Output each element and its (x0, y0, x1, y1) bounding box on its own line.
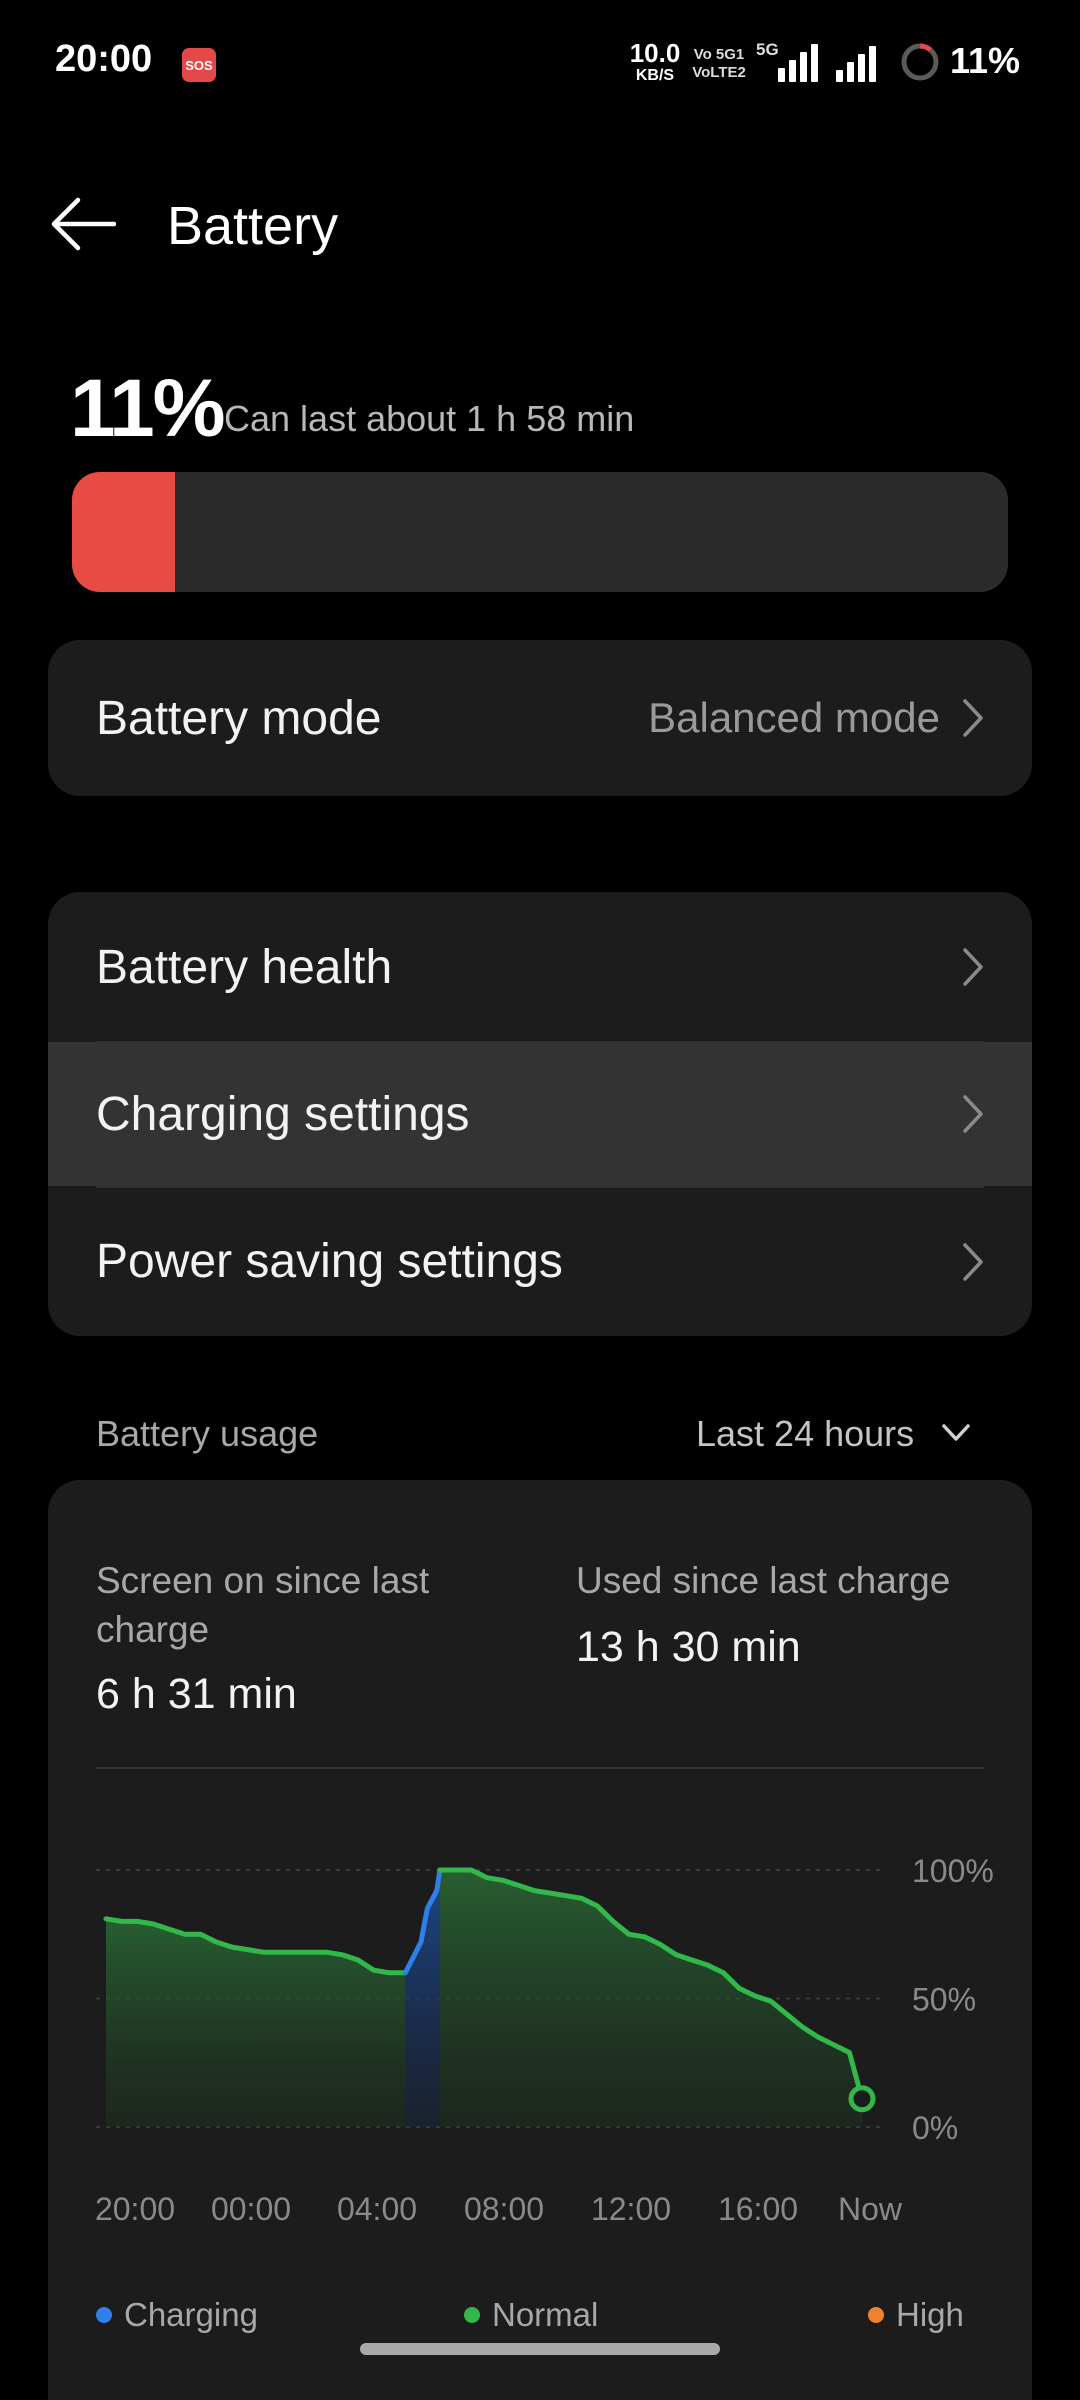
chevron-right-icon (963, 1095, 983, 1133)
series-area-charging-1 (405, 1870, 440, 2127)
network-speed-value: 10.0 (629, 38, 681, 68)
y-tick-label: 50% (912, 1982, 976, 2018)
legend-label-high: High (896, 2296, 964, 2333)
legend-dot-high (868, 2307, 884, 2323)
used-since-value: 13 h 30 min (576, 1623, 801, 1671)
status-time: 20:00 (55, 38, 153, 80)
legend-dot-normal (464, 2307, 480, 2323)
legend-label-normal: Normal (492, 2296, 599, 2333)
status-battery-percent: 11% (950, 40, 1021, 81)
battery-mode-label: Battery mode (96, 691, 382, 745)
power-saving-settings-row[interactable]: Power saving settings (48, 1187, 1032, 1336)
x-tick-label: 12:00 (591, 2191, 671, 2227)
screen-on-value: 6 h 31 min (96, 1670, 297, 1718)
fiveg-label: 5G (756, 40, 779, 59)
chevron-right-icon (963, 948, 983, 986)
volte-line-2: VoLTE2 (692, 64, 746, 81)
period-selector[interactable]: Last 24 hours (696, 1413, 914, 1455)
page-title: Battery (167, 196, 339, 256)
charging-settings-row[interactable]: Charging settings (48, 1042, 1032, 1186)
volte-line-1: Vo 5G1 (693, 46, 745, 63)
legend-label-charging: Charging (124, 2296, 258, 2333)
network-speed-unit: KB/S (635, 67, 675, 84)
x-tick-label: 08:00 (464, 2191, 544, 2227)
x-tick-label: 00:00 (211, 2191, 291, 2227)
battery-settings-card: Battery health Charging settings Power s… (48, 892, 1032, 1336)
used-since-label: Used since last charge (576, 1560, 951, 1601)
x-tick-label: 04:00 (337, 2191, 417, 2227)
stats-divider (96, 1767, 984, 1769)
battery-level-fill (72, 472, 175, 592)
battery-health-label: Battery health (96, 940, 393, 994)
home-indicator[interactable] (360, 2343, 720, 2355)
back-arrow-icon[interactable] (50, 196, 116, 252)
x-tick-label: 16:00 (718, 2191, 798, 2227)
battery-level-bar (72, 472, 1008, 592)
charging-settings-label: Charging settings (96, 1087, 470, 1141)
chevron-right-icon (963, 1242, 983, 1281)
signal-strength-icon (778, 44, 818, 82)
battery-usage-title: Battery usage (96, 1413, 319, 1454)
sos-badge: SOS (182, 48, 216, 82)
legend-charging: Charging (96, 2296, 258, 2334)
y-tick-label: 100% (912, 1853, 994, 1889)
power-saving-settings-label: Power saving settings (96, 1235, 563, 1288)
battery-health-row[interactable]: Battery health (48, 892, 1032, 1042)
network-speed: 10.0 KB/S (620, 40, 690, 84)
legend-normal: Normal (464, 2296, 598, 2334)
current-level-marker (848, 2085, 876, 2113)
legend-high: High (868, 2296, 964, 2334)
battery-usage-chart: 100% 50% 0% 20:00 00:00 04:00 08:00 12:00 16:00… (95, 1853, 994, 2227)
signal-strength-icon-2 (836, 44, 876, 82)
battery-percent: 11% (70, 363, 226, 454)
battery-mode-value: Balanced mode (648, 694, 940, 741)
battery-mode-row[interactable]: Battery mode Balanced mode (48, 640, 1032, 796)
chevron-down-icon[interactable] (940, 1418, 972, 1448)
x-tick-label: 20:00 (95, 2191, 175, 2227)
screen-on-label: Screen on since last charge (96, 1560, 430, 1650)
battery-mode-card: Battery mode Balanced mode (48, 640, 1032, 796)
battery-ring-icon (901, 43, 939, 81)
y-tick-label: 0% (912, 2110, 958, 2146)
legend-dot-charging (96, 2307, 112, 2323)
battery-estimate: Can last about 1 h 58 min (224, 398, 635, 439)
chevron-right-icon (963, 699, 983, 737)
x-tick-label: Now (838, 2191, 903, 2227)
volte-indicator: Vo 5G1 VoLTE2 (688, 46, 750, 82)
